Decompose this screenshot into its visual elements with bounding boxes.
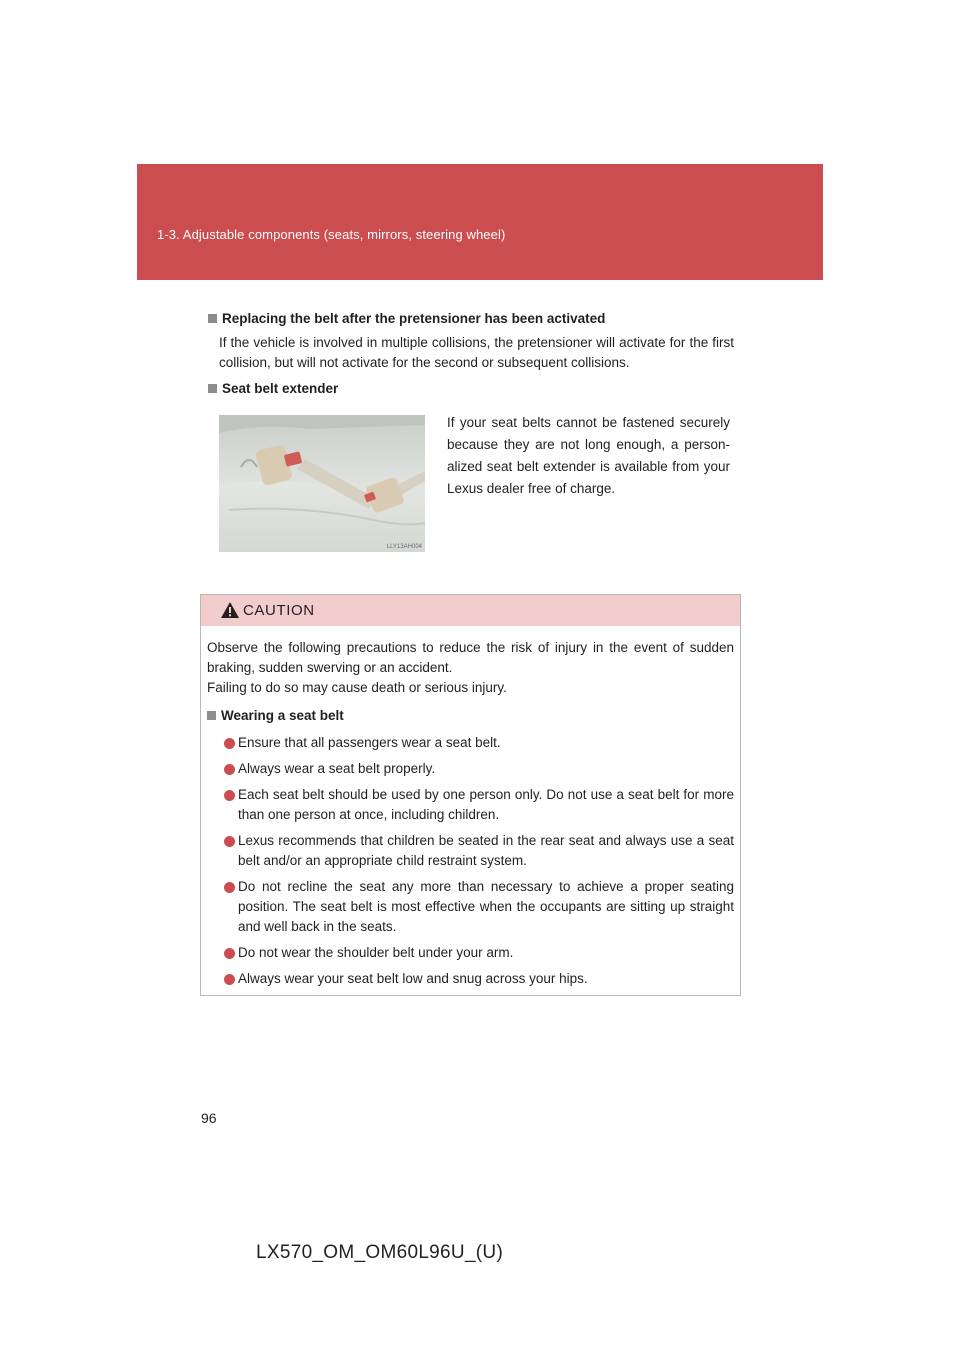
bullet-dot-icon xyxy=(224,882,235,893)
square-bullet-icon xyxy=(208,314,217,323)
caution-box: CAUTION Observe the following precaution… xyxy=(200,594,741,996)
caution-bullet: Always wear your seat belt low and snug … xyxy=(207,969,734,989)
bullet-dot-icon xyxy=(224,764,235,775)
caution-bullet-text: Ensure that all passengers wear a seat b… xyxy=(238,735,501,750)
replacing-belt-heading: Replacing the belt after the pretensione… xyxy=(208,311,605,326)
caution-bullet-text: Do not wear the shoulder belt under your… xyxy=(238,945,514,960)
caution-bullet-text: Always wear your seat belt low and snug … xyxy=(238,971,588,986)
seat-belt-extender-illustration xyxy=(219,415,425,552)
square-bullet-icon xyxy=(207,711,216,720)
warning-triangle-icon xyxy=(221,602,239,618)
replacing-belt-text: If the vehicle is involved in multiple c… xyxy=(219,335,734,370)
caution-bullet-text: Each seat belt should be used by one per… xyxy=(238,787,734,822)
caution-bullet: Ensure that all passengers wear a seat b… xyxy=(207,733,734,753)
caution-bullet-text: Do not recline the seat any more than ne… xyxy=(238,879,734,934)
caution-intro: Observe the following precautions to red… xyxy=(207,640,734,675)
caution-label: CAUTION xyxy=(243,602,315,619)
caution-bullet: Each seat belt should be used by one per… xyxy=(207,785,734,825)
caution-header: CAUTION xyxy=(201,595,740,626)
seat-belt-extender-heading: Seat belt extender xyxy=(208,381,338,396)
page-number: 96 xyxy=(201,1110,217,1126)
caution-bullet: Do not recline the seat any more than ne… xyxy=(207,877,734,937)
wearing-seat-belt-title: Wearing a seat belt xyxy=(221,708,344,723)
bullet-dot-icon xyxy=(224,738,235,749)
bullet-dot-icon xyxy=(224,790,235,801)
section-header-bar: 1-3. Adjustable components (seats, mirro… xyxy=(137,164,823,280)
section-title: 1-3. Adjustable components (seats, mirro… xyxy=(157,227,506,242)
wearing-seat-belt-heading: Wearing a seat belt xyxy=(207,707,734,725)
image-code: LLY13AH004 xyxy=(386,544,422,550)
caution-bullet-text: Always wear a seat belt properly. xyxy=(238,761,436,776)
caution-bullet-text: Lexus recommends that children be seated… xyxy=(238,833,734,868)
square-bullet-icon xyxy=(208,384,217,393)
caution-bullet: Do not wear the shoulder belt under your… xyxy=(207,943,734,963)
replacing-belt-title: Replacing the belt after the pretensione… xyxy=(222,311,606,326)
seat-belt-extender-title: Seat belt extender xyxy=(222,381,339,396)
caution-body: Observe the following precautions to red… xyxy=(201,626,740,989)
bullet-dot-icon xyxy=(224,974,235,985)
seat-belt-extender-text: If your seat belts cannot be fastened se… xyxy=(447,415,730,496)
caution-intro-consequence: Failing to do so may cause death or seri… xyxy=(207,680,507,695)
caution-bullet: Always wear a seat belt properly. xyxy=(207,759,734,779)
bullet-dot-icon xyxy=(224,948,235,959)
bullet-dot-icon xyxy=(224,836,235,847)
caution-bullet: Lexus recommends that children be seated… xyxy=(207,831,734,871)
document-code: LX570_OM_OM60L96U_(U) xyxy=(256,1242,504,1263)
seat-belt-extender-photo: LLY13AH004 xyxy=(219,415,425,552)
